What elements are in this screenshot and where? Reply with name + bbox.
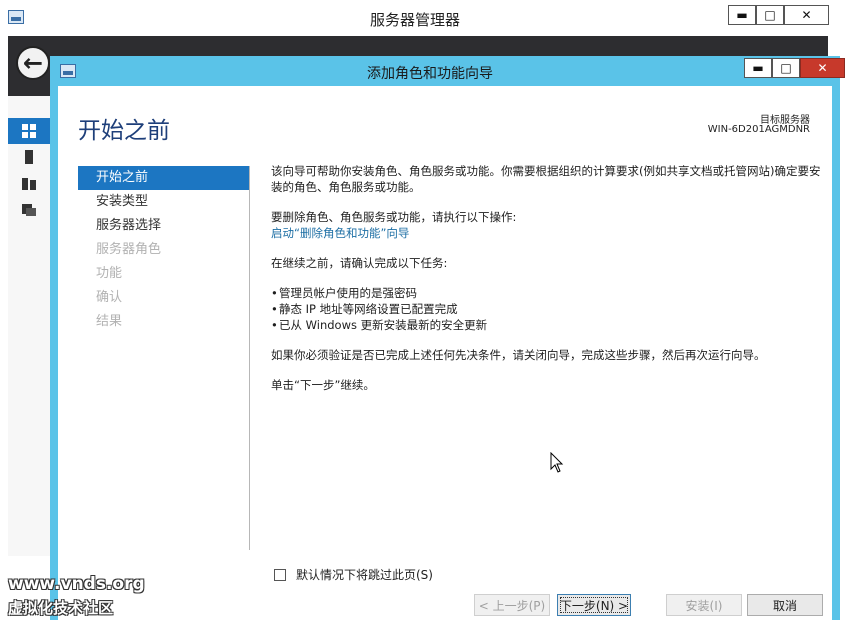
prereq-list: 管理员帐户使用的是强密码 静态 IP 地址等网络设置已配置完成 已从 Windo… [271, 285, 826, 333]
dashboard-icon [22, 124, 36, 138]
maximize-button[interactable]: □ [756, 5, 784, 25]
close-note: 如果你必须验证是否已完成上述任何先决条件，请关闭向导，完成这些步骤，然后再次运行… [271, 348, 766, 362]
file-services-icon [22, 204, 36, 216]
wizard-body: 开始之前 目标服务器 WIN-6D201AGMDNR 开始之前 安装类型 服务器… [58, 86, 832, 620]
skip-page-checkbox[interactable] [274, 568, 286, 581]
wizard-nav: 开始之前 安装类型 服务器选择 服务器角色 功能 确认 结果 [78, 166, 250, 550]
minimize-button[interactable]: ▬ [728, 5, 756, 25]
server-manager-caption-buttons: ▬ □ ✕ [728, 5, 829, 25]
wizard-content: 该向导可帮助你安装角色、角色服务或功能。你需要根据组织的计算要求(例如共享文档或… [271, 163, 826, 407]
wizard-caption-buttons: ▬ □ ✕ [744, 58, 845, 78]
server-icon [25, 150, 33, 164]
nav-item-results: 结果 [96, 314, 123, 329]
cancel-button[interactable]: 取消 [747, 594, 823, 616]
add-roles-wizard-dialog: 添加角色和功能向导 ▬ □ ✕ 开始之前 目标服务器 WIN-6D201AGMD… [50, 56, 845, 620]
list-item: 静态 IP 地址等网络设置已配置完成 [271, 301, 826, 317]
nav-item-installation-type[interactable]: 安装类型 [78, 190, 249, 214]
previous-button[interactable]: < 上一步(P) [474, 594, 550, 616]
back-arrow-icon[interactable]: ← [16, 46, 50, 80]
continue-note: 单击“下一步”继续。 [271, 378, 375, 392]
sidebar-item-file-services[interactable] [8, 196, 54, 222]
server-manager-title: 服务器管理器 [369, 11, 460, 29]
intro-text: 该向导可帮助你安装角色、角色服务或功能。你需要根据组织的计算要求(例如共享文档或… [271, 164, 821, 194]
nav-item-confirmation: 确认 [96, 290, 123, 305]
servers-icon [22, 178, 36, 190]
install-button[interactable]: 安装(I) [666, 594, 742, 616]
sidebar-item-local-server[interactable] [8, 144, 54, 170]
nav-item-features: 功能 [96, 266, 123, 281]
target-server-name: WIN-6D201AGMDNR [707, 124, 810, 135]
watermark-url: www.vnds.org [8, 574, 145, 594]
nav-item-server-roles: 服务器角色 [96, 242, 162, 257]
skip-page-label: 默认情况下将跳过此页(S) [296, 568, 433, 582]
list-item: 已从 Windows 更新安装最新的安全更新 [271, 317, 826, 333]
sidebar-item-dashboard[interactable] [8, 118, 54, 144]
wizard-title: 添加角色和功能向导 [367, 66, 493, 82]
remove-roles-link[interactable]: 启动“删除角色和功能”向导 [271, 226, 409, 240]
wizard-close-button[interactable]: ✕ [800, 58, 845, 78]
mouse-cursor-icon [550, 452, 564, 473]
sidebar-item-all-servers[interactable] [8, 170, 54, 196]
nav-item-before-you-begin[interactable]: 开始之前 [78, 166, 249, 190]
server-manager-titlebar: 服务器管理器 ▬ □ ✕ [0, 0, 850, 36]
remove-instructions: 要删除角色、角色服务或功能，请执行以下操作: [271, 210, 517, 224]
watermark-text: 虚拟化技术社区 [8, 599, 114, 617]
next-button[interactable]: 下一步(N) > [557, 594, 631, 616]
nav-item-server-selection[interactable]: 服务器选择 [78, 214, 249, 238]
remove-section: 要删除角色、角色服务或功能，请执行以下操作: 启动“删除角色和功能”向导 [271, 209, 826, 241]
wizard-maximize-button[interactable]: □ [772, 58, 800, 78]
wizard-minimize-button[interactable]: ▬ [744, 58, 772, 78]
prereq-heading: 在继续之前，请确认完成以下任务: [271, 256, 448, 270]
wizard-button-bar: < 上一步(P) 下一步(N) > 安装(I) 取消 [58, 594, 832, 620]
skip-page-option[interactable]: 默认情况下将跳过此页(S) [274, 566, 433, 583]
close-button[interactable]: ✕ [784, 5, 829, 25]
list-item: 管理员帐户使用的是强密码 [271, 285, 826, 301]
page-title: 开始之前 [78, 118, 170, 144]
